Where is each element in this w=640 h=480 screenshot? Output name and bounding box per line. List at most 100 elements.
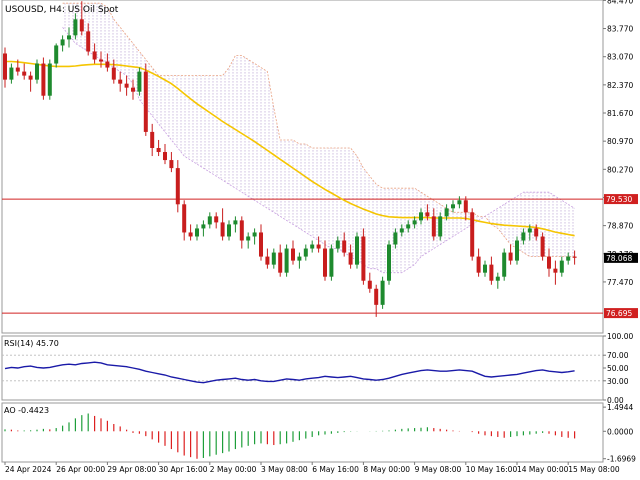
candle-body[interactable] [233, 220, 238, 225]
candle-body[interactable] [67, 35, 71, 40]
candle-body[interactable] [521, 232, 526, 241]
candle-body[interactable] [374, 288, 379, 305]
candle-body[interactable] [284, 248, 289, 273]
candle-body[interactable] [22, 71, 27, 76]
candle-body[interactable] [470, 212, 475, 257]
candle-body[interactable] [227, 224, 231, 237]
candle-body[interactable] [463, 200, 468, 213]
candle-body[interactable] [278, 252, 283, 273]
candle-body[interactable] [540, 236, 545, 257]
candle-body[interactable] [451, 204, 455, 209]
candle-body[interactable] [483, 264, 487, 273]
candle-body[interactable] [118, 79, 123, 84]
price-tick-label: 77.470 [607, 278, 633, 287]
candle-body[interactable] [393, 232, 398, 245]
candle-body[interactable] [131, 87, 135, 92]
candle-body[interactable] [502, 252, 507, 277]
candle-body[interactable] [220, 222, 225, 237]
candle-body[interactable] [28, 75, 33, 80]
candle-body[interactable] [252, 232, 257, 237]
candle-body[interactable] [310, 244, 315, 249]
candle-body[interactable] [553, 268, 558, 273]
candle-body[interactable] [105, 61, 110, 68]
price-tick-label: 84.470 [607, 0, 633, 5]
ao-tick-label: 1.4944 [607, 403, 633, 412]
candle-body[interactable] [169, 160, 174, 169]
candle-body[interactable] [431, 216, 436, 237]
trading-chart[interactable]: 84.470 83.770 83.070 82.370 81.670 80.970 80.2… [0, 0, 640, 480]
candle-body[interactable] [259, 232, 263, 257]
candle-body[interactable] [137, 71, 142, 92]
candle-body[interactable] [9, 67, 14, 80]
candle-body[interactable] [425, 212, 430, 217]
candle-body[interactable] [457, 200, 462, 205]
candle-body[interactable] [342, 240, 347, 253]
ao-title: AO -0.4423 [4, 406, 49, 415]
candle-body[interactable] [156, 148, 161, 153]
candle-body[interactable] [246, 236, 251, 241]
candle-body[interactable] [438, 216, 443, 237]
current-price-label: 78.068 [606, 254, 632, 263]
candle-body[interactable] [15, 67, 20, 72]
candle-body[interactable] [54, 45, 59, 64]
ao-panel[interactable]: 1.4944 0.0000 -1.6969 [1, 402, 636, 464]
candle-body[interactable] [79, 19, 84, 32]
candle-body[interactable] [348, 252, 353, 265]
candle-body[interactable] [41, 63, 46, 96]
candle-body[interactable] [124, 83, 129, 88]
candle-body[interactable] [188, 232, 193, 237]
candle-body[interactable] [387, 244, 391, 281]
candle-body[interactable] [380, 280, 385, 305]
candle-body[interactable] [182, 204, 187, 233]
candle-body[interactable] [47, 63, 52, 96]
candle-body[interactable] [566, 256, 571, 261]
candle-body[interactable] [73, 19, 78, 36]
candle-body[interactable] [399, 228, 404, 233]
candle-body[interactable] [35, 63, 39, 80]
candle-body[interactable] [329, 248, 334, 277]
candle-body[interactable] [291, 248, 295, 261]
price-panel[interactable]: 84.470 83.770 83.070 82.370 81.670 80.970 80.2… [1, 0, 638, 334]
candle-body[interactable] [214, 216, 219, 223]
candle-body[interactable] [355, 236, 359, 265]
candle-body[interactable] [316, 244, 321, 249]
candle-body[interactable] [508, 252, 513, 261]
candle-body[interactable] [335, 240, 340, 249]
price-tick-label: 78.870 [607, 222, 633, 231]
candle-body[interactable] [239, 220, 244, 241]
candle-body[interactable] [534, 228, 539, 237]
candle-body[interactable] [559, 260, 564, 273]
candle-body[interactable] [444, 208, 449, 217]
candle-body[interactable] [515, 240, 519, 261]
candle-body[interactable] [547, 256, 551, 269]
candle-body[interactable] [99, 59, 103, 62]
candle-body[interactable] [207, 216, 212, 225]
candle-body[interactable] [163, 152, 167, 161]
candle-body[interactable] [495, 276, 500, 281]
candle-body[interactable] [367, 280, 372, 289]
candle-body[interactable] [111, 67, 116, 80]
candle-body[interactable] [175, 168, 180, 205]
candle-body[interactable] [489, 264, 494, 281]
candle-body[interactable] [143, 71, 148, 132]
candle-body[interactable] [406, 224, 411, 229]
candle-body[interactable] [419, 212, 423, 221]
candle-body[interactable] [3, 53, 7, 80]
candle-body[interactable] [527, 228, 532, 233]
candle-body[interactable] [60, 39, 65, 46]
candle-body[interactable] [572, 256, 577, 258]
candle-body[interactable] [92, 51, 97, 60]
candle-body[interactable] [201, 224, 206, 229]
candle-body[interactable] [412, 220, 417, 225]
candle-body[interactable] [195, 228, 199, 237]
candle-body[interactable] [297, 256, 302, 261]
candle-body[interactable] [323, 248, 327, 277]
candle-body[interactable] [271, 252, 276, 265]
candle-body[interactable] [86, 31, 91, 52]
candle-body[interactable] [265, 256, 270, 265]
candle-body[interactable] [303, 248, 308, 257]
candle-body[interactable] [361, 236, 366, 281]
candle-body[interactable] [150, 131, 155, 148]
candle-body[interactable] [476, 256, 481, 273]
rsi-panel[interactable]: 100.0070.0050.0030.000.00 [1, 332, 633, 405]
